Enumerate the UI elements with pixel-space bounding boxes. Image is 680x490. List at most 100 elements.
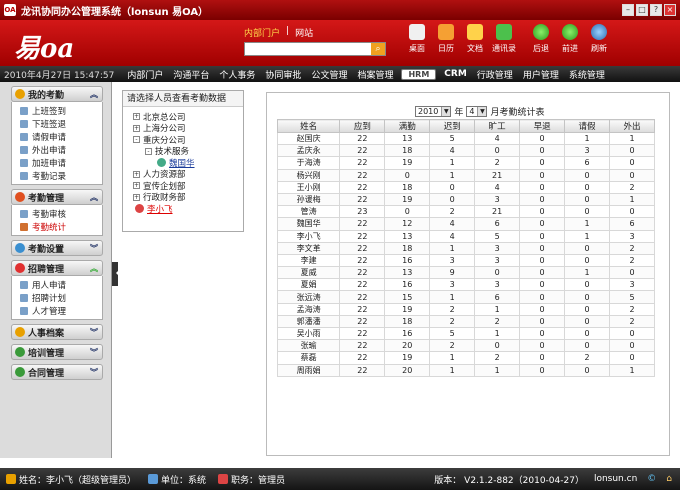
sidebar-item[interactable]: 考勤审核	[20, 207, 102, 220]
help-button[interactable]: ?	[650, 4, 662, 16]
stat-cell: 19	[384, 302, 431, 316]
sidebar-item[interactable]: 招聘计划	[20, 291, 102, 304]
sidebar-item[interactable]: 请假申请	[20, 130, 102, 143]
search-icon[interactable]: ⌕	[371, 43, 385, 55]
sidebar-item-attendance-stats[interactable]: 考勤统计	[20, 220, 102, 233]
nav-item[interactable]: 协同审批	[260, 68, 306, 81]
nav-item[interactable]: 行政管理	[472, 68, 518, 81]
expand-icon[interactable]: +	[133, 113, 140, 121]
search-input[interactable]	[245, 43, 371, 55]
sidebar-collapse-handle[interactable]	[112, 262, 119, 286]
table-row: 周雨娟 22 20 1 1 0 0 1	[276, 363, 656, 377]
chevron-down-icon[interactable]: ︾	[90, 367, 98, 378]
item-icon	[20, 106, 28, 115]
chevron-down-icon[interactable]: ︾	[90, 243, 98, 254]
tool-document[interactable]: 文档	[462, 24, 488, 54]
year-select[interactable]: 2010 ▼	[415, 106, 452, 117]
back-button[interactable]: 后退	[528, 24, 554, 54]
stat-cell: 22	[339, 326, 386, 341]
employee-name-cell: 张远涛	[276, 290, 341, 304]
user-icon	[135, 204, 144, 214]
tree-node[interactable]: - 技术服务	[133, 146, 243, 157]
group-icon	[15, 347, 25, 357]
stat-cell: 3	[474, 192, 521, 207]
quick-tools: 桌面 日历 文档 通讯录	[404, 24, 517, 54]
group-header[interactable]: 考勤设置 ︾	[11, 240, 103, 256]
sidebar-item[interactable]: 上班签到	[20, 104, 102, 117]
stat-cell: 16	[384, 253, 431, 268]
nav-item[interactable]: CRM	[439, 69, 472, 79]
tree-node[interactable]: + 北京总公司	[133, 111, 243, 123]
stat-cell: 9	[429, 266, 476, 280]
clock: 2010年4月27日 15:47:57	[4, 70, 115, 81]
tool-addressbook[interactable]: 通讯录	[491, 24, 517, 54]
sidebar-item[interactable]: 外出申请	[20, 143, 102, 156]
tree-node[interactable]: + 人力资源部	[133, 169, 243, 180]
nav-item[interactable]: 档案管理	[352, 68, 398, 81]
sidebar-item[interactable]: 加班申请	[20, 156, 102, 169]
stat-cell: 22	[339, 192, 386, 207]
stat-cell: 18	[384, 314, 431, 329]
nav-item[interactable]: 用户管理	[518, 68, 564, 81]
close-button[interactable]: ×	[664, 4, 676, 16]
sidebar-item[interactable]: 考勤记录	[20, 169, 102, 182]
sidebar-item[interactable]: 人才管理	[20, 304, 102, 317]
stat-cell: 22	[339, 229, 386, 243]
group-header[interactable]: 招聘管理 ︽	[11, 260, 103, 276]
group-header[interactable]: 培训管理 ︾	[11, 344, 103, 360]
group-header[interactable]: 人事档案 ︾	[11, 324, 103, 340]
group-header[interactable]: 考勤管理 ︽	[11, 189, 103, 205]
item-icon	[20, 293, 28, 302]
site-link[interactable]: lonsun.cn	[594, 474, 637, 484]
chevron-up-icon[interactable]: ︽	[90, 89, 98, 100]
info-icon[interactable]: ©	[647, 474, 656, 484]
chevron-down-icon[interactable]: ︾	[90, 327, 98, 338]
chevron-up-icon[interactable]: ︽	[90, 192, 98, 203]
tree-node-user[interactable]: 魏国华	[133, 157, 243, 169]
nav-item[interactable]: 内部门户	[122, 68, 168, 81]
main-nav: 2010年4月27日 15:47:57 内部门户 沟通平台 个人事务 协同审批 …	[0, 66, 680, 82]
chevron-down-icon[interactable]: ︾	[90, 347, 98, 358]
home-icon[interactable]: ⌂	[666, 474, 672, 484]
nav-item[interactable]: 沟通平台	[168, 68, 214, 81]
chevron-up-icon[interactable]: ︽	[90, 263, 98, 274]
nav-item[interactable]: 个人事务	[214, 68, 260, 81]
sidebar-item[interactable]: 下班签退	[20, 117, 102, 130]
stat-cell: 1	[429, 351, 476, 365]
status-user: 姓名：李小飞（超级管理员）	[6, 473, 136, 486]
portal-link[interactable]: 内部门户	[244, 26, 280, 39]
tree-node-current-user[interactable]: 李小飞	[133, 203, 243, 215]
refresh-button[interactable]: 刷新	[586, 24, 612, 54]
collapse-icon[interactable]: -	[145, 147, 152, 155]
sidebar-item[interactable]: 用人申请	[20, 278, 102, 291]
nav-item[interactable]: 公文管理	[306, 68, 352, 81]
tree-node[interactable]: + 宣传企划部	[133, 180, 243, 192]
expand-icon[interactable]: +	[133, 193, 140, 201]
tree-node[interactable]: + 上海分公司	[133, 123, 243, 134]
back-icon	[533, 24, 549, 40]
tool-desktop[interactable]: 桌面	[404, 24, 430, 54]
tree-node[interactable]: + 行政财务部	[133, 192, 243, 203]
expand-icon[interactable]: +	[133, 182, 140, 190]
stat-cell: 2	[608, 253, 656, 268]
month-select[interactable]: 4 ▼	[466, 106, 488, 117]
stat-cell: 0	[564, 168, 610, 182]
tree-node[interactable]: - 重庆分公司	[133, 134, 243, 146]
building-icon	[148, 474, 159, 484]
restore-button[interactable]: □	[636, 4, 648, 16]
nav-item-hrm[interactable]: HRM	[401, 68, 437, 80]
tool-calendar[interactable]: 日历	[433, 24, 459, 54]
site-link[interactable]: 网站	[295, 26, 313, 39]
stat-cell: 22	[339, 241, 386, 255]
stat-cell: 4	[429, 217, 476, 231]
stat-cell: 0	[519, 205, 566, 219]
nav-item[interactable]: 系统管理	[564, 68, 610, 81]
minimize-button[interactable]: –	[622, 4, 634, 16]
forward-button[interactable]: 前进	[557, 24, 583, 54]
collapse-icon[interactable]: -	[133, 136, 140, 144]
group-header[interactable]: 合同管理 ︾	[11, 364, 103, 380]
group-header[interactable]: 我的考勤 ︽	[11, 86, 103, 102]
stat-cell: 0	[519, 266, 566, 280]
expand-icon[interactable]: +	[133, 170, 140, 178]
expand-icon[interactable]: +	[133, 124, 140, 132]
